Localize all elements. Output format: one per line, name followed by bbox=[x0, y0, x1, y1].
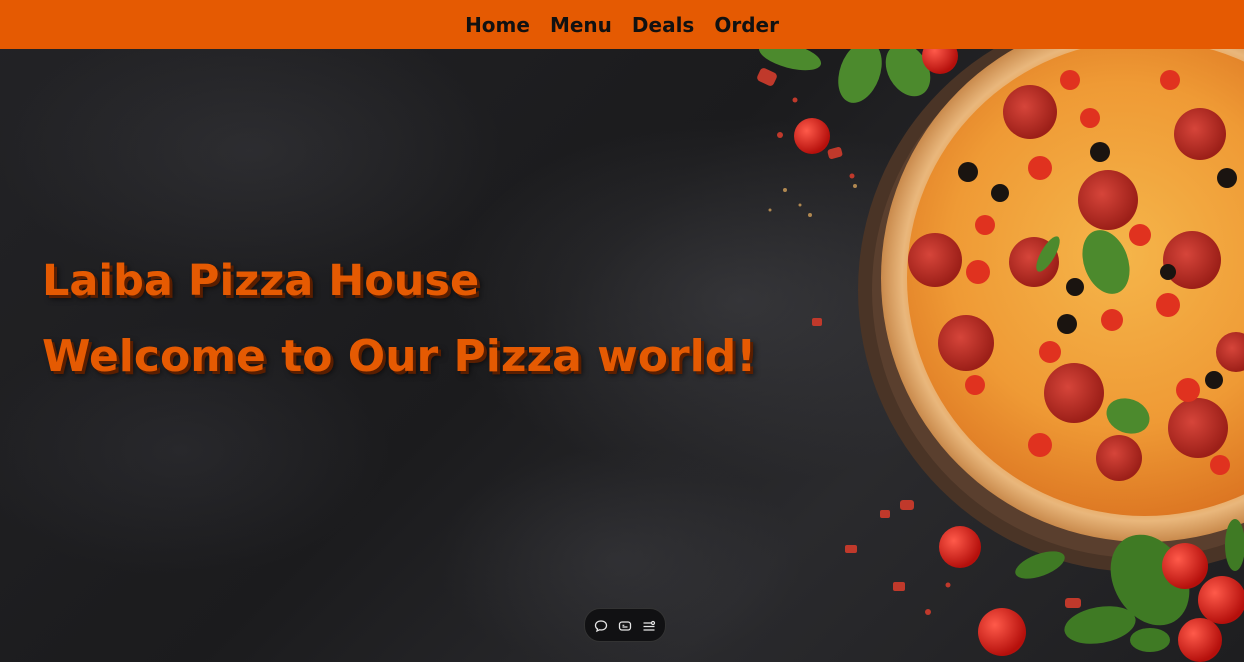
cherry-tomato bbox=[1178, 618, 1222, 662]
hero-subtitle: Welcome to Our Pizza world! bbox=[42, 331, 757, 382]
cherry-tomato bbox=[1162, 543, 1208, 589]
floating-controls bbox=[584, 608, 666, 642]
nav-link-home[interactable]: Home bbox=[465, 13, 530, 37]
chat-bubble-icon[interactable] bbox=[594, 618, 608, 633]
nav-link-menu[interactable]: Menu bbox=[550, 13, 612, 37]
settings-list-icon[interactable] bbox=[642, 618, 656, 632]
page: Home Menu Deals Order Laiba Pizza House … bbox=[0, 0, 1244, 662]
cherry-tomato bbox=[794, 118, 830, 154]
top-navbar: Home Menu Deals Order bbox=[0, 0, 1244, 49]
hero-title: Laiba Pizza House bbox=[42, 256, 480, 306]
cherry-tomato bbox=[939, 526, 981, 568]
spice-specks bbox=[768, 184, 857, 217]
cherry-tomato bbox=[978, 608, 1026, 656]
caption-icon[interactable] bbox=[618, 618, 632, 632]
nav-link-deals[interactable]: Deals bbox=[632, 13, 694, 37]
nav-link-order[interactable]: Order bbox=[714, 13, 779, 37]
cherry-tomato bbox=[1198, 576, 1244, 624]
